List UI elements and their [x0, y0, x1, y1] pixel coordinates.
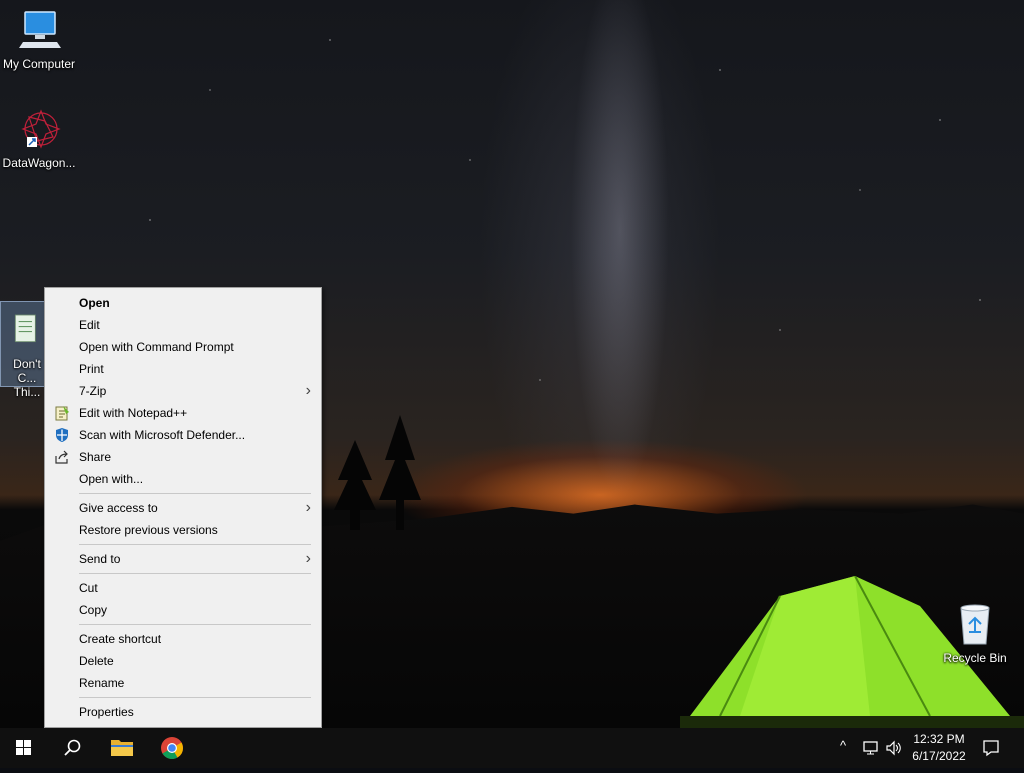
chevron-up-icon: ^ [840, 738, 847, 753]
notepadpp-icon [55, 406, 69, 421]
menu-item-7zip[interactable]: 7-Zip › [45, 380, 321, 402]
search-icon [64, 739, 81, 756]
action-center-icon[interactable] [982, 739, 1000, 757]
pine-tree-silhouette [334, 440, 376, 530]
submenu-chevron-icon: › [305, 550, 311, 567]
search-button[interactable] [48, 728, 96, 768]
windows-logo-icon [16, 740, 31, 755]
menu-item-edit[interactable]: Edit [45, 314, 321, 336]
submenu-chevron-icon: › [305, 382, 311, 399]
menu-item-cut[interactable]: Cut [45, 577, 321, 599]
clock-date: 6/17/2022 [912, 749, 966, 763]
desktop-icon-label: Recycle Bin [943, 651, 1007, 665]
menu-separator [79, 493, 311, 494]
file-explorer-button[interactable] [98, 728, 146, 768]
system-clock[interactable]: 12:32 PM 6/17/2022 [904, 731, 974, 765]
menu-item-open-with-command-prompt[interactable]: Open with Command Prompt [45, 336, 321, 358]
folder-icon [111, 740, 133, 756]
menu-item-properties[interactable]: Properties [45, 701, 321, 723]
desktop-icon-label: My Computer [2, 57, 76, 71]
desktop-icon-datawagon[interactable]: DataWagon... [1, 107, 77, 170]
menu-item-open[interactable]: Open [45, 292, 321, 314]
menu-separator [79, 544, 311, 545]
menu-item-copy[interactable]: Copy [45, 599, 321, 621]
show-hidden-icons-button[interactable]: ^ [840, 738, 846, 753]
menu-separator [79, 573, 311, 574]
menu-item-send-to[interactable]: Send to › [45, 548, 321, 570]
desktop-icon-label: DataWagon... [2, 156, 76, 170]
desktop-icon-recycle-bin[interactable]: Recycle Bin [937, 602, 1013, 665]
clock-time: 12:32 PM [913, 732, 965, 746]
menu-item-give-access-to[interactable]: Give access to › [45, 497, 321, 519]
datawagon-logo-icon [21, 109, 61, 149]
menu-item-print[interactable]: Print [45, 358, 321, 380]
menu-item-share[interactable]: Share [45, 446, 321, 468]
desktop-icon-my-computer[interactable]: My Computer [1, 8, 77, 71]
menu-separator [79, 624, 311, 625]
chrome-icon [161, 737, 183, 759]
pine-tree-silhouette [379, 415, 421, 530]
menu-separator [79, 697, 311, 698]
defender-shield-icon [56, 428, 68, 442]
menu-item-rename[interactable]: Rename [45, 672, 321, 694]
submenu-chevron-icon: › [305, 499, 311, 516]
menu-item-open-with[interactable]: Open with... [45, 468, 321, 490]
computer-icon [19, 11, 61, 48]
taskbar: ^ 12:32 PM 6/17/2022 [0, 728, 1024, 768]
network-icon[interactable] [862, 740, 880, 756]
share-icon [55, 450, 68, 464]
script-file-icon [14, 314, 36, 343]
menu-item-delete[interactable]: Delete [45, 650, 321, 672]
menu-item-edit-with-notepadpp[interactable]: Edit with Notepad++ [45, 402, 321, 424]
menu-item-scan-with-defender[interactable]: Scan with Microsoft Defender... [45, 424, 321, 446]
context-menu: Open Edit Open with Command Prompt Print… [44, 287, 322, 728]
chrome-button[interactable] [148, 728, 196, 768]
start-button[interactable] [0, 728, 48, 768]
menu-item-restore-previous-versions[interactable]: Restore previous versions [45, 519, 321, 541]
recycle-bin-icon [960, 604, 990, 645]
volume-icon[interactable] [885, 740, 903, 756]
menu-item-create-shortcut[interactable]: Create shortcut [45, 628, 321, 650]
